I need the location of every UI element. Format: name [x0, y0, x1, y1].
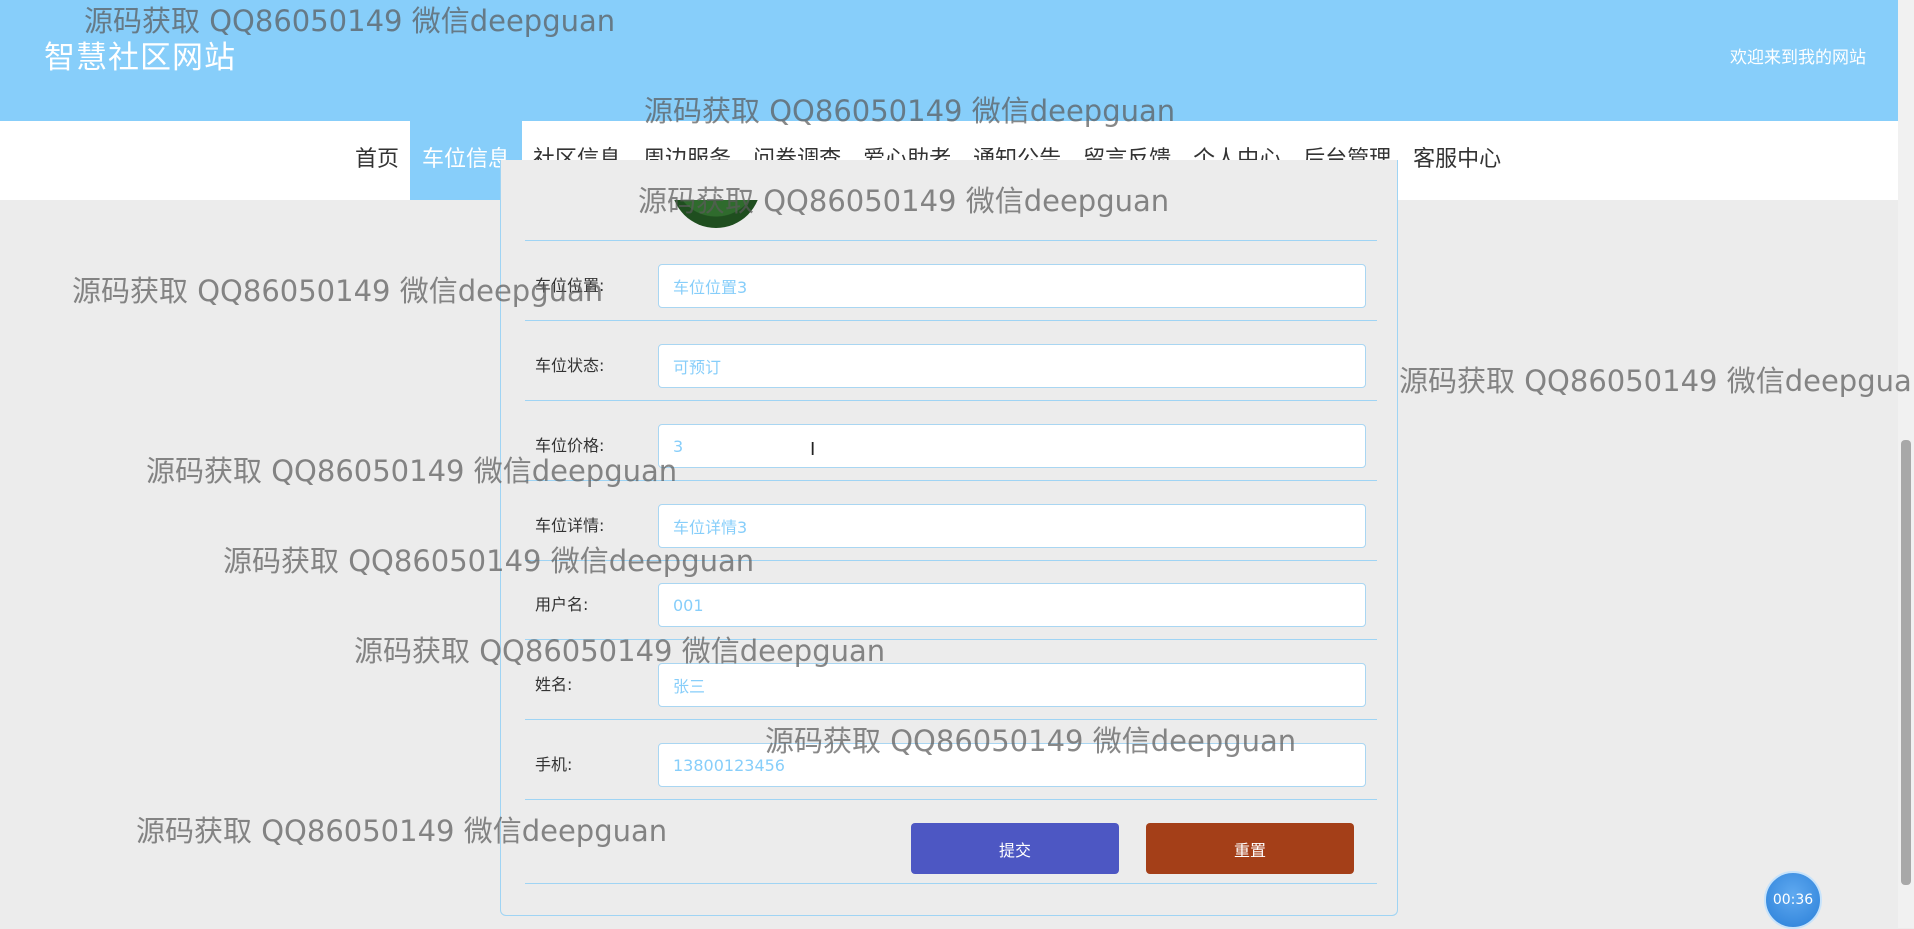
form-divider: [525, 883, 1377, 884]
form-divider: [525, 400, 1377, 401]
nav-item-home[interactable]: 首页: [344, 121, 410, 200]
scrollbar-thumb[interactable]: [1901, 440, 1911, 885]
form-divider: [525, 320, 1377, 321]
parking-price-input[interactable]: [658, 424, 1366, 468]
field-label: 车位价格:: [535, 436, 605, 455]
name-input[interactable]: [658, 663, 1366, 707]
parking-status-input[interactable]: [658, 344, 1366, 388]
watermark: 源码获取 QQ86050149 微信deepguan: [1399, 364, 1914, 398]
form-divider: [525, 719, 1377, 720]
parking-image: [671, 200, 761, 228]
phone-input[interactable]: [658, 743, 1366, 787]
nav-item-customer-service[interactable]: 客服中心: [1402, 121, 1512, 200]
field-label: 车位详情:: [535, 516, 605, 535]
field-label: 车位位置:: [535, 276, 605, 295]
scrollbar[interactable]: [1898, 0, 1914, 928]
username-input[interactable]: [658, 583, 1366, 627]
submit-button[interactable]: 提交: [911, 823, 1119, 874]
form-divider: [525, 639, 1377, 640]
text-cursor-icon: I: [810, 439, 816, 460]
form-divider: [525, 560, 1377, 561]
form-divider: [525, 480, 1377, 481]
parking-form: 车位位置: 车位状态: 车位价格: 车位详情: 用户名: 姓名: 手机: 提交 …: [500, 160, 1398, 916]
recording-timer[interactable]: 00:36: [1764, 871, 1822, 929]
parking-location-input[interactable]: [658, 264, 1366, 308]
site-header: 智慧社区网站 欢迎来到我的网站: [0, 0, 1898, 121]
reset-button[interactable]: 重置: [1146, 823, 1354, 874]
field-label: 用户名:: [535, 595, 589, 614]
form-divider: [525, 799, 1377, 800]
field-label: 手机:: [535, 755, 573, 774]
field-label: 车位状态:: [535, 356, 605, 375]
welcome-text: 欢迎来到我的网站: [1730, 48, 1866, 68]
form-divider: [525, 240, 1377, 241]
parking-details-input[interactable]: [658, 504, 1366, 548]
site-title[interactable]: 智慧社区网站: [44, 38, 236, 78]
field-label: 姓名:: [535, 675, 573, 694]
